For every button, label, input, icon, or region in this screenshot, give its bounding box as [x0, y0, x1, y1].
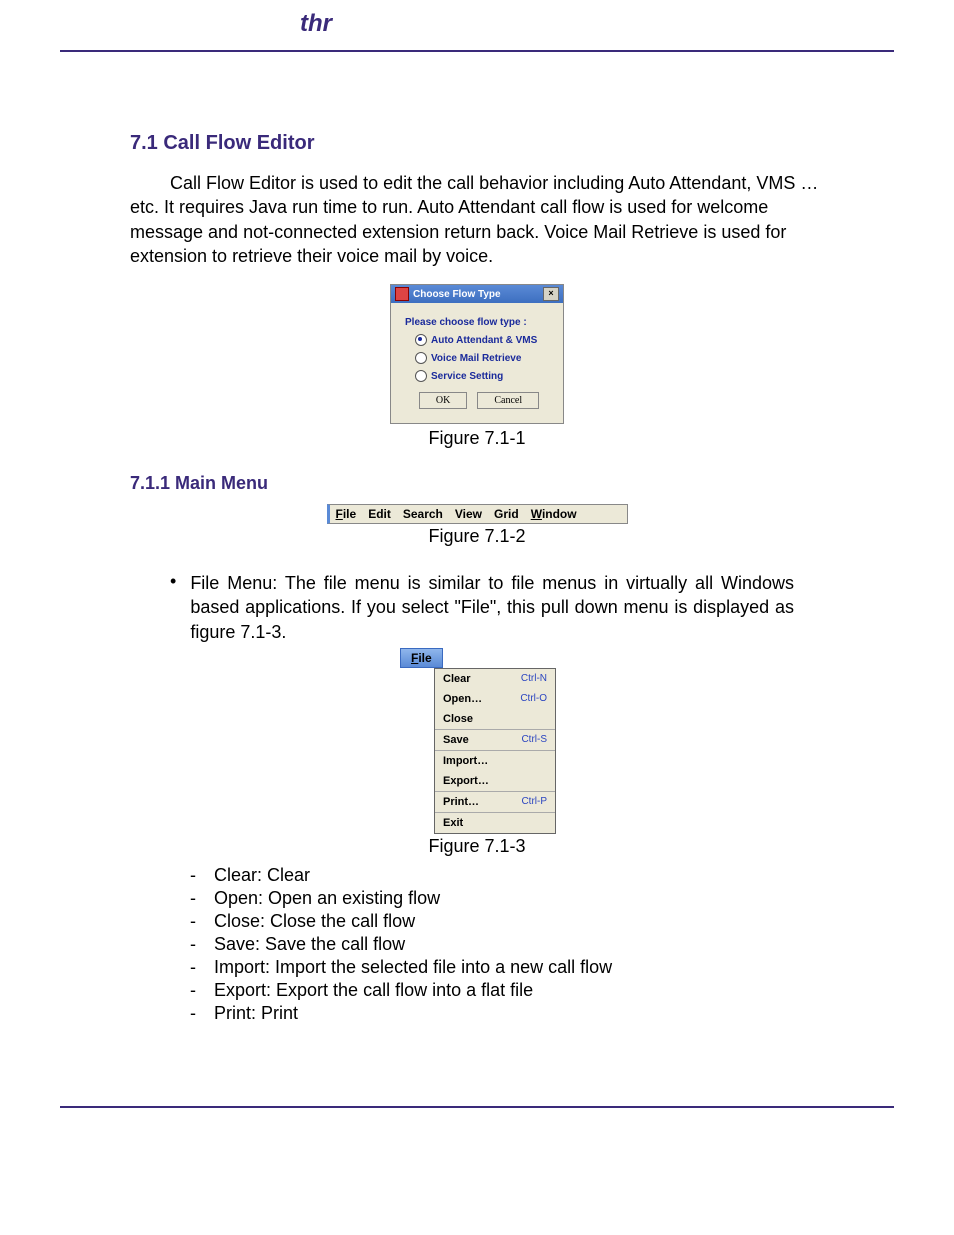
list-item: -Print: Print	[190, 1003, 884, 1024]
file-menu-descriptions: -Clear: Clear -Open: Open an existing fl…	[190, 865, 884, 1024]
dialog-icon	[395, 287, 409, 301]
radio-option-auto-attendant[interactable]: Auto Attendant & VMS	[415, 334, 553, 346]
list-item: -Clear: Clear	[190, 865, 884, 886]
footer-rule	[60, 1106, 894, 1108]
radio-label: Service Setting	[431, 371, 503, 382]
ok-button[interactable]: OK	[419, 392, 467, 409]
menu-file[interactable]: File	[336, 507, 357, 521]
list-item: -Import: Import the selected file into a…	[190, 957, 884, 978]
bullet-icon: •	[170, 571, 176, 644]
cancel-button[interactable]: Cancel	[477, 392, 539, 409]
radio-label: Auto Attendant & VMS	[431, 335, 537, 346]
list-item: -Export: Export the call flow into a fla…	[190, 980, 884, 1001]
menu-view[interactable]: View	[455, 507, 482, 521]
list-item: -Close: Close the call flow	[190, 911, 884, 932]
menu-window[interactable]: Window	[531, 507, 577, 521]
dialog-title-text: Choose Flow Type	[413, 289, 501, 300]
logo: thr	[300, 10, 332, 38]
close-icon[interactable]: ×	[543, 287, 559, 301]
figure-caption-2: Figure 7.1-2	[70, 526, 884, 547]
radio-icon	[415, 352, 427, 364]
menu-grid[interactable]: Grid	[494, 507, 519, 521]
radio-option-voice-mail-retrieve[interactable]: Voice Mail Retrieve	[415, 352, 553, 364]
menu-item-open[interactable]: Open…Ctrl-O	[435, 689, 555, 709]
menu-item-clear[interactable]: ClearCtrl-N	[435, 669, 555, 689]
menubar: File Edit Search View Grid Window	[327, 504, 628, 524]
menu-item-save[interactable]: SaveCtrl-S	[435, 730, 555, 750]
list-item: -Open: Open an existing flow	[190, 888, 884, 909]
menu-item-exit[interactable]: Exit	[435, 813, 555, 833]
subsection-heading: 7.1.1 Main Menu	[130, 473, 824, 494]
radio-label: Voice Mail Retrieve	[431, 353, 521, 364]
list-item: -Save: Save the call flow	[190, 934, 884, 955]
dialog-titlebar: Choose Flow Type ×	[391, 285, 563, 303]
file-menu-dropdown: ClearCtrl-N Open…Ctrl-O Close SaveCtrl-S…	[434, 668, 556, 834]
bullet-file-menu: • File Menu: The file menu is similar to…	[170, 571, 794, 644]
radio-icon	[415, 334, 427, 346]
choose-flow-dialog: Choose Flow Type × Please choose flow ty…	[390, 284, 564, 424]
page-body: 7.1 Call Flow Editor Call Flow Editor is…	[0, 52, 954, 1086]
intro-paragraph: Call Flow Editor is used to edit the cal…	[130, 171, 824, 268]
radio-icon	[415, 370, 427, 382]
menu-item-import[interactable]: Import…	[435, 751, 555, 771]
menu-item-print[interactable]: Print…Ctrl-P	[435, 792, 555, 812]
dialog-prompt: Please choose flow type :	[405, 317, 553, 328]
section-heading: 7.1 Call Flow Editor	[130, 132, 824, 155]
figure-caption-1: Figure 7.1-1	[70, 428, 884, 449]
figure-caption-3: Figure 7.1-3	[70, 836, 884, 857]
radio-option-service-setting[interactable]: Service Setting	[415, 370, 553, 382]
menu-item-export[interactable]: Export…	[435, 771, 555, 791]
bullet-text: File Menu: The file menu is similar to f…	[190, 571, 794, 644]
file-menu-tab[interactable]: File	[400, 648, 443, 668]
menu-search[interactable]: Search	[403, 507, 443, 521]
header-rule: thr	[60, 20, 894, 52]
menu-item-close[interactable]: Close	[435, 709, 555, 729]
menu-edit[interactable]: Edit	[368, 507, 391, 521]
file-menu-figure: File ClearCtrl-N Open…Ctrl-O Close SaveC…	[400, 648, 554, 834]
